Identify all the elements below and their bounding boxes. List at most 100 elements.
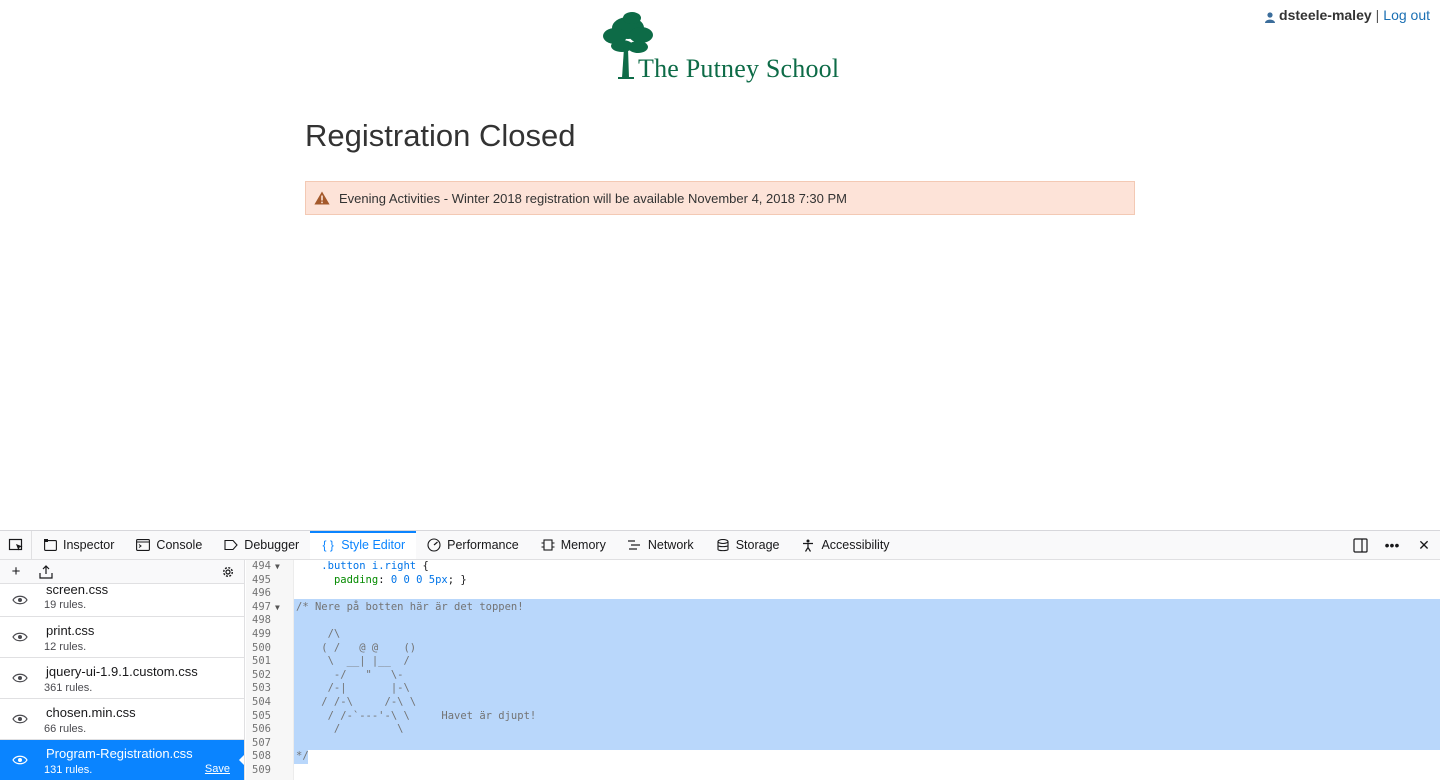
code-text: / /-`---'-\ \ Havet är djupt! [296,709,537,722]
stylesheet-name: jquery-ui-1.9.1.custom.css [46,664,198,679]
stylesheet-item[interactable]: jquery-ui-1.9.1.custom.css 361 rules. [0,658,244,699]
line-number: 506 [252,723,271,736]
tab-style-editor[interactable]: { } Style Editor [310,531,417,559]
eye-icon[interactable] [12,672,28,684]
stylesheet-item[interactable]: screen.css 19 rules. [0,582,244,617]
code-line[interactable]: 505 / /-`---'-\ \ Havet är djupt! [246,710,1440,724]
eye-icon[interactable] [12,631,28,643]
tab-label: Style Editor [341,538,406,552]
code-line[interactable]: 496 [246,587,1440,601]
tab-storage[interactable]: Storage [705,531,791,559]
eye-icon[interactable] [12,754,28,766]
code-line[interactable]: 495 padding: 0 0 0 5px; } [246,574,1440,588]
warning-icon [314,191,330,205]
code-text: /* Nere på botten här är det toppen! [296,600,524,613]
import-icon[interactable] [38,564,54,580]
more-options-icon[interactable]: ••• [1384,537,1400,553]
user-bar: dsteele-maley | Log out [1265,7,1430,23]
code-line[interactable]: 506 / \ [246,723,1440,737]
fold-toggle-icon[interactable]: ▼ [275,560,280,574]
code-line[interactable]: 500 ( / @ @ () [246,642,1440,656]
stylesheet-sidebar: + screen.css 19 rules. print.css 12 rule… [0,560,245,780]
tab-label: Network [647,538,694,552]
stylesheet-rule-count: 19 rules. [44,599,87,611]
line-number: 508 [252,750,271,763]
stylesheet-rule-count: 361 rules. [44,682,93,694]
fold-toggle-icon[interactable]: ▼ [275,601,280,615]
line-number: 497 [252,600,271,613]
stylesheet-item-selected[interactable]: Program-Registration.css 131 rules. Save [0,740,244,780]
code-text: \ __| |__ / [296,655,410,668]
close-icon[interactable]: ✕ [1416,537,1432,553]
element-picker-icon [8,538,22,551]
line-number: 501 [252,655,271,668]
code-text: -/ " \- [296,668,404,681]
code-line[interactable]: 494 ▼ .button i.right { [246,560,1440,574]
code-line[interactable]: 501 \ __| |__ / [246,655,1440,669]
tab-label: Inspector [63,538,115,552]
line-number: 499 [252,628,271,640]
line-number: 502 [252,668,271,681]
stylesheet-rule-count: 66 rules. [44,723,87,735]
devtools-window-controls: ••• ✕ [1352,531,1440,559]
element-picker-button[interactable] [0,531,32,559]
eye-icon[interactable] [12,713,28,725]
line-number: 504 [252,696,271,708]
code-line[interactable]: 499 /\ [246,628,1440,642]
tab-label: Storage [735,538,780,552]
code-text: ( / @ @ () [296,641,417,654]
username: dsteele-maley [1279,7,1372,23]
code-line[interactable]: 504 / /-\ /-\ \ [246,696,1440,710]
user-icon [1265,10,1276,23]
code-line[interactable]: 502 -/ " \- [246,669,1440,683]
code-text: / /-\ /-\ \ [296,696,417,708]
tab-network[interactable]: Network [617,531,705,559]
line-number: 498 [252,614,271,627]
code-text: padding: 0 0 0 5px; } [333,573,467,586]
tab-label: Debugger [244,538,300,552]
alert-message: Evening Activities - Winter 2018 registr… [339,190,847,206]
gear-icon[interactable] [220,564,236,580]
accessibility-icon [801,538,815,552]
code-line[interactable]: 503 /-| |-\ [246,682,1440,696]
stylesheet-item[interactable]: print.css 12 rules. [0,617,244,658]
tab-memory[interactable]: Memory [530,531,617,559]
tab-label: Performance [447,538,519,552]
stylesheet-name: screen.css [46,582,109,597]
tab-performance[interactable]: Performance [416,531,530,559]
save-link[interactable]: Save [205,763,230,775]
code-editor[interactable]: 494 ▼ .button i.right { 495 padding: 0 0 0… [246,560,1440,780]
sidebar-toolbar: + [0,560,244,584]
line-number: 496 [252,587,271,600]
performance-icon [427,538,441,552]
add-icon[interactable]: + [8,563,24,580]
eye-icon[interactable] [12,594,28,606]
stylesheet-item[interactable]: chosen.min.css 66 rules. [0,699,244,740]
line-number: 503 [252,682,271,695]
code-line[interactable]: 507 [246,737,1440,751]
userbar-separator: | [1375,7,1380,23]
tab-accessibility[interactable]: Accessibility [790,531,900,559]
school-logo[interactable]: The Putney School [598,10,858,88]
tab-console[interactable]: Console [125,531,213,559]
line-number: 509 [252,764,271,776]
code-line[interactable]: 497 ▼ /* Nere på botten här är det toppen! [246,601,1440,615]
code-text: .button i.right { [321,560,429,572]
console-icon [136,538,151,552]
stylesheet-name: chosen.min.css [46,705,136,720]
tab-debugger[interactable]: Debugger [213,531,310,559]
tab-label: Console [156,538,203,552]
code-line[interactable]: 508 */ [246,750,1440,764]
code-text: */ [296,750,309,763]
line-number: 494 [252,560,271,572]
stylesheet-rule-count: 12 rules. [44,641,87,653]
tab-inspector[interactable]: Inspector [32,531,125,559]
logout-link[interactable]: Log out [1383,7,1430,23]
code-line[interactable]: 509 [246,764,1440,778]
devtools-panel: Inspector Console Debugger { } Style Edi… [0,530,1440,780]
code-line[interactable]: 498 [246,614,1440,628]
code-text: /-| |-\ [296,682,410,695]
dock-side-icon[interactable] [1352,537,1368,553]
stylesheet-name: print.css [46,623,95,638]
code-text: / \ [296,723,404,736]
